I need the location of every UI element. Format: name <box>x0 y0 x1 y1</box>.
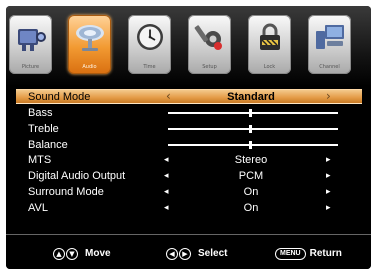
bass-slider-knob[interactable] <box>249 109 252 117</box>
computer-icon <box>308 19 351 55</box>
row-digital-audio-output[interactable]: Digital Audio Output ◂ PCM ▸ <box>16 169 362 183</box>
tab-setup[interactable]: Setup <box>188 15 231 74</box>
hint-select: ◀ ▶ Select <box>166 248 227 260</box>
key-hint-footer: ▲ ▼ Move ◀ ▶ Select MENU Return <box>6 234 371 269</box>
select-label: Select <box>198 248 228 259</box>
caret-right-icon[interactable]: ▸ <box>326 186 331 198</box>
caret-right-icon[interactable]: ▸ <box>326 170 331 182</box>
audio-settings-panel: Sound Mode ‹ Standard › Bass Treble Bala… <box>16 88 371 228</box>
tv-osd-screen: Picture Audio Time Setup Lock Channel So… <box>6 6 371 269</box>
row-sound-mode[interactable]: Sound Mode ‹ Standard › <box>16 89 362 104</box>
tab-time[interactable]: Time <box>128 15 171 74</box>
return-label: Return <box>309 248 342 259</box>
chevron-right-icon[interactable]: › <box>326 90 331 102</box>
tab-label: Time <box>143 64 156 70</box>
sound-mode-value: Standard <box>227 91 275 103</box>
caret-left-icon[interactable]: ◂ <box>164 202 169 214</box>
row-bass[interactable]: Bass <box>16 106 362 120</box>
row-balance[interactable]: Balance <box>16 138 362 152</box>
caret-left-icon[interactable]: ◂ <box>164 186 169 198</box>
padlock-icon <box>248 19 291 55</box>
tab-label: Lock <box>263 64 276 70</box>
tab-label: Channel <box>319 64 340 70</box>
digital-audio-output-label: Digital Audio Output <box>28 170 126 182</box>
camera-icon <box>9 19 52 55</box>
tab-lock[interactable]: Lock <box>248 15 291 74</box>
caret-right-icon[interactable]: ▸ <box>326 154 331 166</box>
caret-left-icon[interactable]: ◂ <box>164 170 169 182</box>
caret-left-icon[interactable]: ◂ <box>164 154 169 166</box>
tab-label: Picture <box>21 64 40 70</box>
row-treble[interactable]: Treble <box>16 122 362 136</box>
row-surround-mode[interactable]: Surround Mode ◂ On ▸ <box>16 185 362 199</box>
chevron-left-icon[interactable]: ‹ <box>166 90 171 102</box>
bass-slider[interactable] <box>168 109 338 117</box>
menu-key-icon: MENU <box>275 248 306 260</box>
up-button-icon: ▲ <box>53 248 65 260</box>
tab-audio[interactable]: Audio <box>68 15 111 74</box>
row-avl[interactable]: AVL ◂ On ▸ <box>16 201 362 215</box>
hint-return: MENU Return <box>275 248 342 260</box>
tab-label: Audio <box>82 64 97 70</box>
tab-label: Setup <box>202 64 217 70</box>
treble-slider-knob[interactable] <box>249 125 252 133</box>
satellite-dish-icon <box>68 19 111 55</box>
mts-value: Stereo <box>234 154 268 166</box>
tab-picture[interactable]: Picture <box>9 15 52 74</box>
avl-value: On <box>243 202 259 214</box>
mts-label: MTS <box>28 154 52 166</box>
sound-mode-label: Sound Mode <box>28 91 91 103</box>
surround-mode-label: Surround Mode <box>28 186 104 198</box>
balance-slider-knob[interactable] <box>249 141 252 149</box>
treble-label: Treble <box>28 123 59 135</box>
avl-label: AVL <box>28 202 48 214</box>
move-label: Move <box>85 248 111 259</box>
left-button-icon: ◀ <box>166 248 178 260</box>
balance-label: Balance <box>28 139 68 151</box>
hint-move: ▲ ▼ Move <box>53 248 111 260</box>
surround-mode-value: On <box>243 186 259 198</box>
digital-audio-output-value: PCM <box>238 170 264 182</box>
wrench-gear-icon <box>188 19 231 55</box>
balance-slider[interactable] <box>168 141 338 149</box>
row-mts[interactable]: MTS ◂ Stereo ▸ <box>16 153 362 167</box>
down-button-icon: ▼ <box>66 248 78 260</box>
caret-right-icon[interactable]: ▸ <box>326 202 331 214</box>
menu-tab-bar: Picture Audio Time Setup Lock Channel <box>6 6 371 86</box>
tab-channel[interactable]: Channel <box>308 15 351 74</box>
bass-label: Bass <box>28 107 53 119</box>
right-button-icon: ▶ <box>179 248 191 260</box>
treble-slider[interactable] <box>168 125 338 133</box>
clock-icon <box>128 19 171 55</box>
